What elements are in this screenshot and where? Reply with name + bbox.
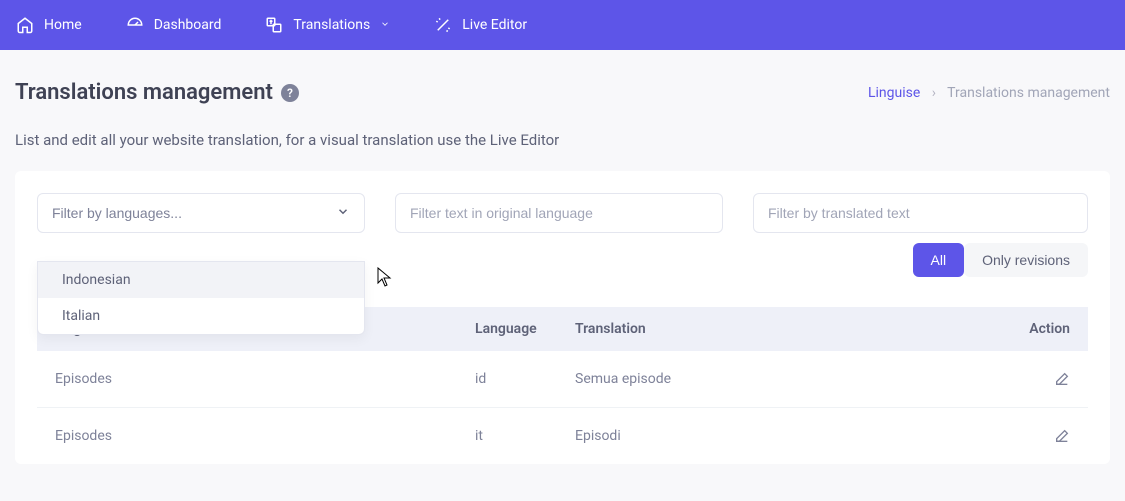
nav-dashboard[interactable]: Dashboard [126,16,222,34]
breadcrumb-current: Translations management [947,85,1110,101]
toggle-all[interactable]: All [913,243,965,277]
magic-wand-icon [434,16,452,34]
chevron-down-icon [336,204,350,223]
cell-language: it [475,428,575,444]
help-icon[interactable]: ? [281,84,299,102]
cell-translation: Episodi [575,428,1010,444]
cell-original: Episodes [55,371,475,387]
language-filter-dropdown[interactable] [37,193,365,233]
header-action: Action [1010,321,1070,337]
top-navbar: Home Dashboard Translations Live Editor [0,0,1125,50]
table-row: Episodes id Semua episode [37,351,1088,408]
language-filter-input[interactable] [52,205,350,221]
breadcrumb: Linguise › Translations management [868,85,1110,101]
original-text-filter[interactable] [395,193,723,233]
nav-live-editor[interactable]: Live Editor [434,16,527,34]
nav-home-label: Home [44,17,82,33]
breadcrumb-root[interactable]: Linguise [868,85,920,101]
nav-live-editor-label: Live Editor [462,17,527,33]
cell-language: id [475,371,575,387]
header-language: Language [475,321,575,337]
translated-text-filter[interactable] [753,193,1088,233]
cell-translation: Semua episode [575,371,1010,387]
gauge-icon [126,16,144,34]
nav-dashboard-label: Dashboard [154,17,222,33]
chevron-down-icon [380,17,390,33]
language-option-indonesian[interactable]: Indonesian [38,262,364,298]
nav-home[interactable]: Home [16,16,82,34]
home-icon [16,16,34,34]
edit-button[interactable] [1010,371,1070,387]
translate-icon [265,16,283,34]
chevron-right-icon: › [932,85,936,101]
edit-icon [1054,428,1070,444]
edit-icon [1054,371,1070,387]
page-subtitle: List and edit all your website translati… [15,131,1110,149]
nav-translations-label: Translations [293,17,370,33]
edit-button[interactable] [1010,428,1070,444]
header-translation: Translation [575,321,1010,337]
nav-translations[interactable]: Translations [265,16,390,34]
language-filter-menu: Indonesian Italian [37,261,365,335]
toggle-revisions[interactable]: Only revisions [964,243,1088,277]
language-option-italian[interactable]: Italian [38,298,364,334]
table-row: Episodes it Episodi [37,408,1088,464]
cell-original: Episodes [55,428,475,444]
revision-toggle-group: All Only revisions [913,243,1088,277]
filter-card: Indonesian Italian All Only revisions Or… [15,171,1110,464]
page-title: Translations management ? [15,80,299,105]
